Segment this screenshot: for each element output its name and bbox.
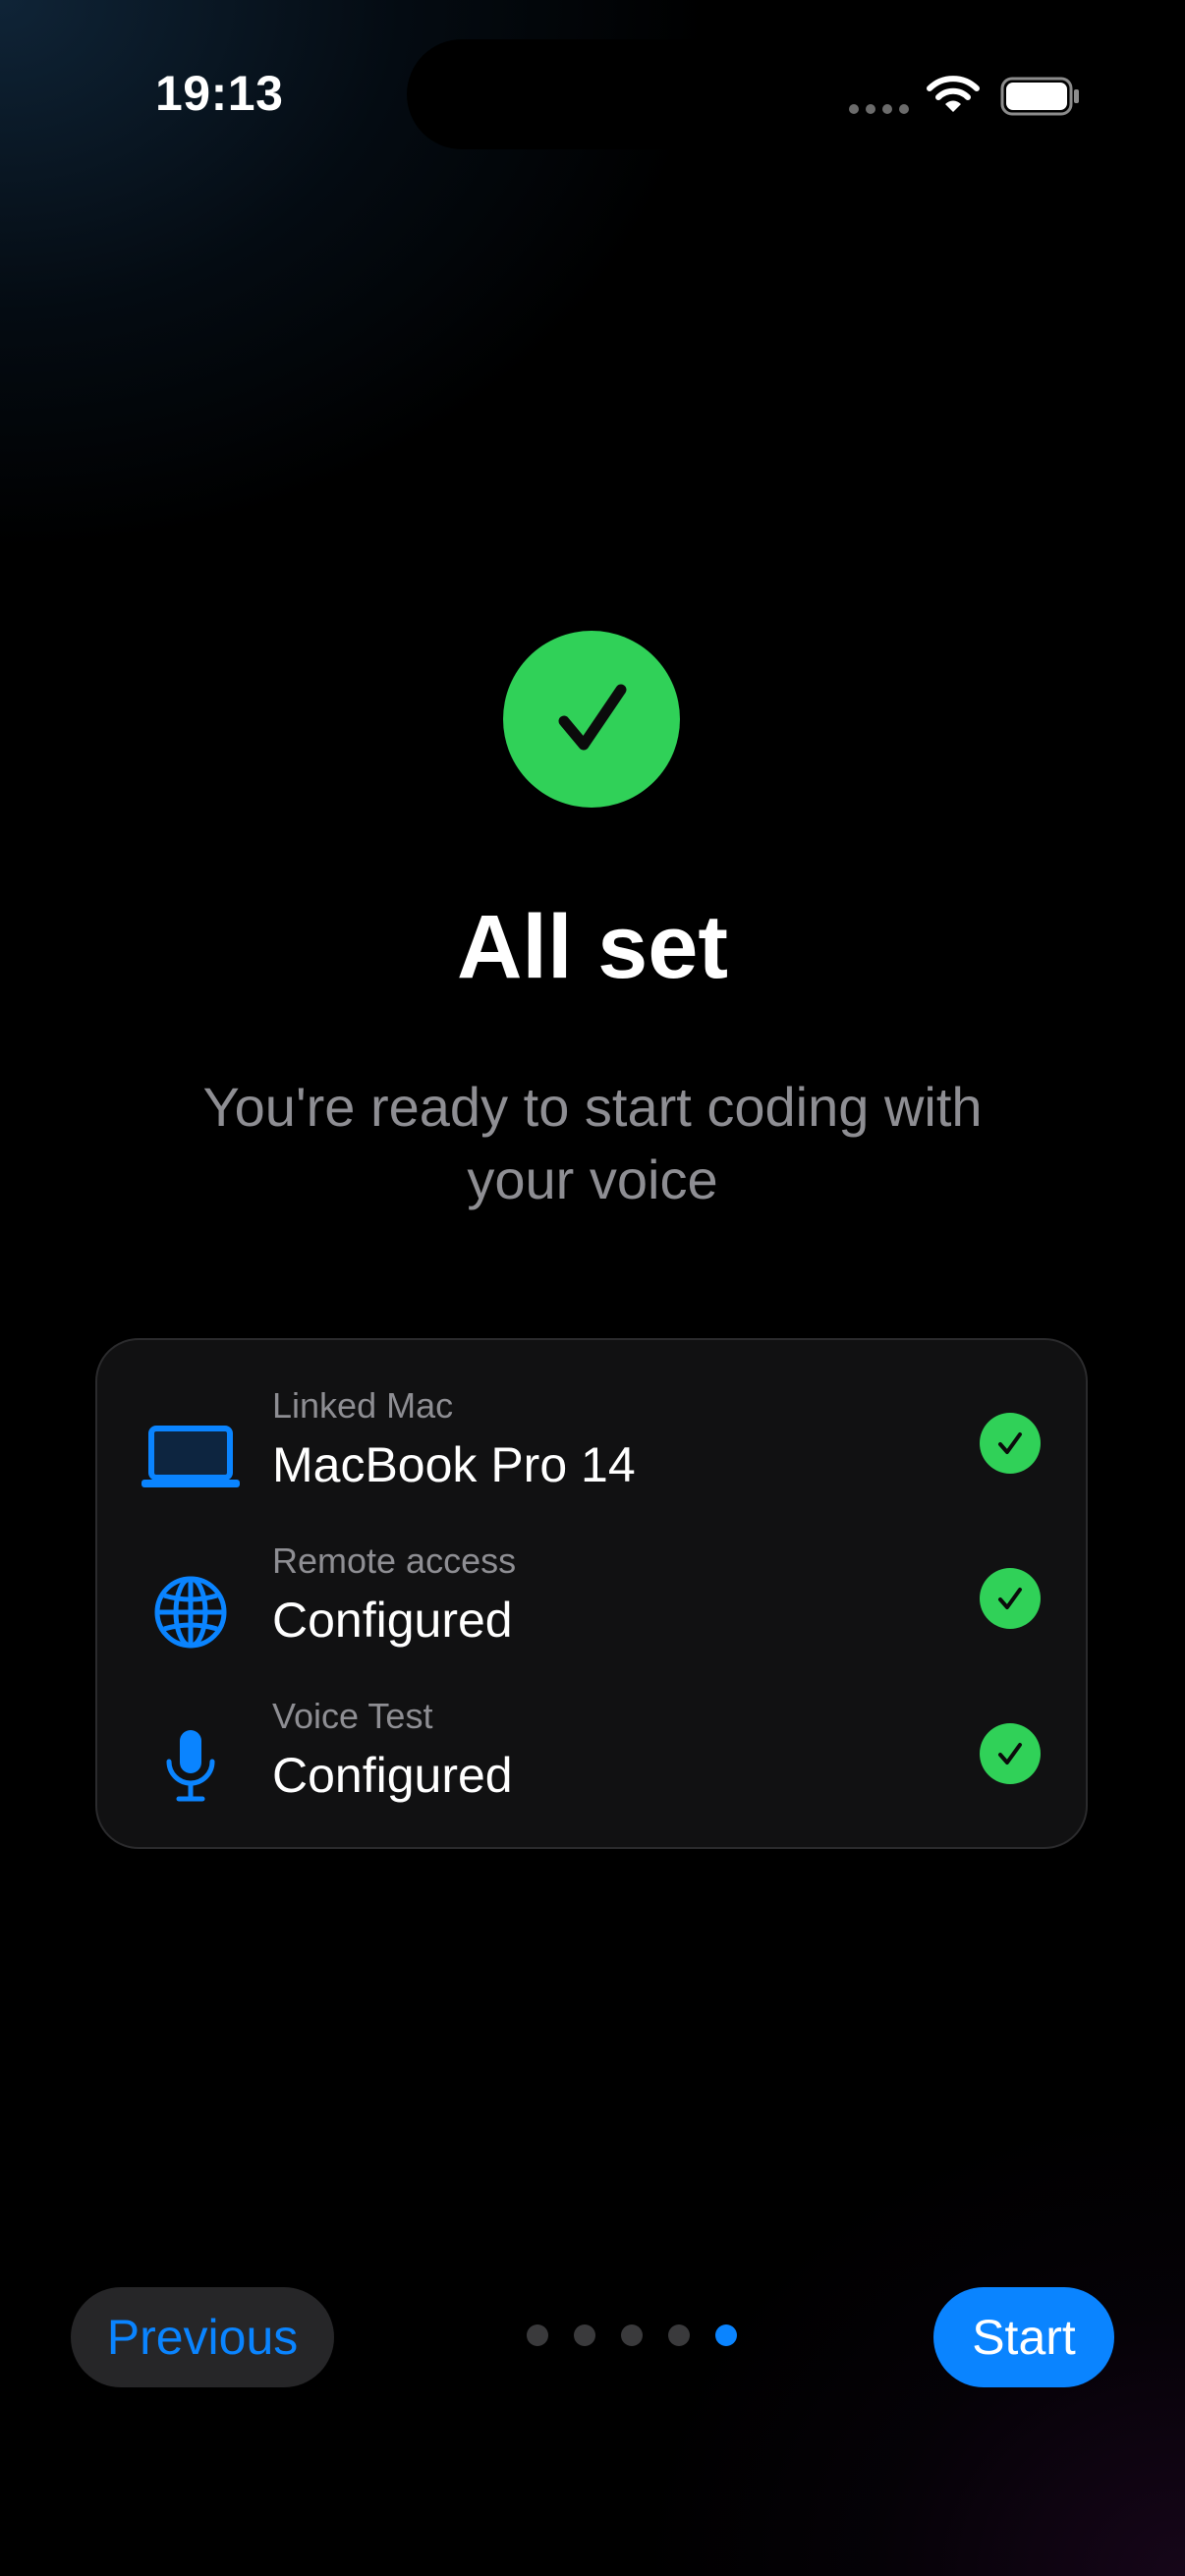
page-dot-5-active[interactable] (715, 2324, 737, 2346)
summary-value: Configured (272, 1748, 513, 1803)
summary-row-linked-mac: Linked Mac MacBook Pro 14 (97, 1385, 1086, 1533)
microphone-icon (137, 1713, 245, 1821)
previous-button[interactable]: Previous (71, 2287, 334, 2387)
start-button[interactable]: Start (933, 2287, 1114, 2387)
setup-summary-card: Linked Mac MacBook Pro 14 Remote access … (95, 1338, 1088, 1849)
page-dot-1[interactable] (527, 2324, 548, 2346)
summary-label: Remote access (272, 1540, 517, 1581)
summary-value: MacBook Pro 14 (272, 1437, 636, 1492)
battery-icon (1000, 77, 1079, 116)
summary-row-remote-access: Remote access Configured (97, 1540, 1086, 1688)
summary-label: Linked Mac (272, 1385, 454, 1426)
summary-label: Voice Test (272, 1696, 433, 1736)
background (0, 0, 1185, 2576)
status-time: 19:13 (155, 66, 284, 121)
page-dot-3[interactable] (621, 2324, 643, 2346)
globe-icon (137, 1558, 245, 1666)
summary-row-voice-test: Voice Test Configured (97, 1696, 1086, 1843)
page-title: All set (456, 897, 729, 997)
page-subtitle: You're ready to start coding with your v… (202, 1076, 983, 1210)
wifi-icon (927, 76, 980, 112)
page-dot-2[interactable] (574, 2324, 595, 2346)
page-dot-4[interactable] (668, 2324, 690, 2346)
laptop-icon (137, 1403, 245, 1511)
page-indicator[interactable] (527, 2324, 737, 2346)
check-icon (980, 1723, 1041, 1784)
cellular-signal-icon (849, 104, 909, 114)
summary-value: Configured (272, 1593, 513, 1648)
success-check-icon (503, 631, 680, 808)
check-icon (980, 1568, 1041, 1629)
check-icon (980, 1413, 1041, 1474)
dynamic-island (407, 39, 776, 149)
